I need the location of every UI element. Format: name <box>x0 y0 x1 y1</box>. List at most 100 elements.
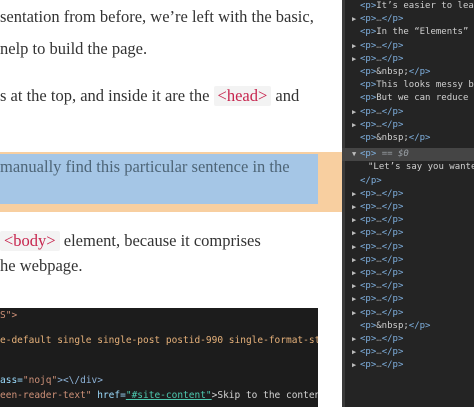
dom-node-markup: <p>…</p> <box>360 346 403 359</box>
dom-node-row[interactable]: <p>But we can reduce <box>342 92 474 105</box>
expand-arrow-icon[interactable]: ▶ <box>352 267 356 280</box>
dom-node-markup: <p>…</p> <box>360 201 403 214</box>
node-text: In the “Elements” <box>376 27 469 38</box>
dom-node-row[interactable]: <p>This looks messy b <box>342 79 474 92</box>
code-block: S"> e-default single single-post postid-… <box>0 308 318 407</box>
article-text-line: s at the top, and inside it are the <hea… <box>0 86 299 106</box>
close-tag: </p> <box>408 67 431 77</box>
article-text: and <box>271 86 300 105</box>
expand-arrow-icon[interactable]: ▶ <box>352 106 356 119</box>
dom-node-markup: <p>…</p> <box>360 53 403 66</box>
dom-node-markup: <p>…</p> <box>360 40 403 53</box>
dom-node-row[interactable]: <p>It’s easier to lea <box>342 0 474 13</box>
node-text: But we can reduce <box>376 93 469 104</box>
open-tag: <p> <box>360 67 377 77</box>
dom-node-row[interactable]: <p>&nbsp;</p> <box>342 132 474 145</box>
dom-node-selected[interactable]: ▼ <p> == $0 <box>342 148 474 162</box>
dom-node-markup: <p>…</p> <box>360 280 403 293</box>
dom-node-markup: <p>…</p> <box>360 359 403 372</box>
dom-node-markup: <p>…</p> <box>360 106 403 119</box>
inline-code-body: <body> <box>0 231 60 251</box>
expand-arrow-icon[interactable]: ▶ <box>352 40 356 53</box>
dom-node-row[interactable]: ▶ <p>…</p> <box>342 40 474 53</box>
open-tag: <p> <box>360 228 377 239</box>
dom-node-row[interactable]: ▶ <p>…</p> <box>342 227 474 240</box>
expand-arrow-icon[interactable]: ▶ <box>352 188 356 201</box>
node-text: &nbsp; <box>376 320 409 331</box>
dom-node-row[interactable]: ▶ <p>…</p> <box>342 188 474 201</box>
code-link[interactable]: "#site-content" <box>126 390 212 401</box>
open-tag: <p> <box>360 281 377 292</box>
dom-node-row[interactable]: <p>&nbsp;</p> <box>342 320 474 333</box>
selected-node-close-text: </p> <box>360 175 382 186</box>
close-tag: </p> <box>381 202 404 212</box>
expand-arrow-icon[interactable]: ▶ <box>352 214 356 227</box>
expand-arrow-icon[interactable]: ▶ <box>352 280 356 293</box>
open-tag: <p> <box>360 80 377 91</box>
expand-arrow-icon[interactable]: ▶ <box>352 53 356 66</box>
expand-arrow-icon[interactable]: ▶ <box>352 201 356 214</box>
expand-arrow-icon[interactable]: ▶ <box>352 307 356 320</box>
dom-node-markup: <p>&nbsp;</p> <box>360 132 430 145</box>
article-text-line: <body> element, because it comprises <box>0 231 261 251</box>
dom-node-row[interactable]: ▶ <p>…</p> <box>342 307 474 320</box>
dom-node-row[interactable]: ▶ <p>…</p> <box>342 53 474 66</box>
dom-node-row[interactable]: ▶ <p>…</p> <box>342 119 474 132</box>
open-tag: <p> <box>360 268 377 278</box>
expand-arrow-icon[interactable]: ▶ <box>352 241 356 254</box>
dom-node-row[interactable]: ▶ <p>…</p> <box>342 214 474 227</box>
article-page: sentation from before, we’re left with t… <box>0 0 342 407</box>
dom-node-row[interactable]: ▶ <p>…</p> <box>342 106 474 119</box>
inline-code-head: <head> <box>213 86 272 106</box>
dom-node-markup: <p>…</p> <box>360 188 403 201</box>
open-tag: <p> <box>360 188 377 199</box>
dom-node-row[interactable]: ▶ <p>…</p> <box>342 267 474 280</box>
selected-node-close: </p> <box>342 175 474 188</box>
expand-arrow-icon[interactable]: ▶ <box>352 346 356 359</box>
code-value: "nojq" <box>22 375 58 386</box>
dom-node-markup: <p>…</p> <box>360 214 403 227</box>
close-tag: </p> <box>381 228 404 239</box>
expand-arrow-icon[interactable]: ▶ <box>352 227 356 240</box>
open-tag: <p> <box>360 1 377 11</box>
open-tag: <p> <box>360 334 377 344</box>
dom-node-row[interactable]: ▶ <p>…</p> <box>342 201 474 214</box>
expand-arrow-icon[interactable]: ▶ <box>352 13 356 26</box>
expand-arrow-icon[interactable]: ▶ <box>352 333 356 346</box>
dom-node-row[interactable]: ▶ <p>…</p> <box>342 346 474 359</box>
dom-node-row[interactable]: ▶ <p>…</p> <box>342 359 474 372</box>
expand-arrow-icon[interactable]: ▼ <box>352 148 356 161</box>
close-tag: </p> <box>381 334 404 344</box>
open-tag: <p> <box>360 254 377 265</box>
code-attr: ass= <box>0 375 23 386</box>
dom-node-row[interactable]: ▶ <p>…</p> <box>342 241 474 254</box>
selected-node-content-text: "Let’s say you wante <box>368 162 474 173</box>
dom-node-row[interactable]: <p>In the “Elements” <box>342 26 474 39</box>
code-tag: ><\/div> <box>57 375 103 386</box>
close-tag: </p> <box>381 241 404 252</box>
article-text-line: sentation from before, we’re left with t… <box>0 7 314 26</box>
expand-arrow-icon[interactable]: ▶ <box>352 359 356 372</box>
close-tag: </p> <box>381 40 404 51</box>
dom-node-row[interactable]: ▶ <p>…</p> <box>342 13 474 26</box>
dom-node-markup: <p>It’s easier to lea <box>360 0 474 13</box>
close-tag: </p> <box>381 254 404 265</box>
close-tag: </p> <box>408 320 431 331</box>
article-text: element, because it comprises <box>59 231 261 250</box>
dom-node-row[interactable]: ▶ <p>…</p> <box>342 293 474 306</box>
dom-node-markup: <p>…</p> <box>360 307 403 320</box>
open-tag: <p> <box>360 307 377 318</box>
open-tag: <p> <box>360 27 377 38</box>
code-text: e-default single single-post postid-990 … <box>0 335 318 346</box>
dom-node-row[interactable]: ▶ <p>…</p> <box>342 280 474 293</box>
dom-node-row[interactable]: <p>&nbsp;</p> <box>342 66 474 79</box>
open-tag: <p> <box>360 53 377 64</box>
dom-node-row[interactable]: ▶ <p>…</p> <box>342 333 474 346</box>
dom-node-markup: <p>&nbsp;</p> <box>360 66 430 79</box>
expand-arrow-icon[interactable]: ▶ <box>352 293 356 306</box>
expand-arrow-icon[interactable]: ▶ <box>352 119 356 132</box>
close-tag: </p> <box>381 268 404 278</box>
devtools-elements-panel[interactable]: <p>It’s easier to lea ▶ <p>…</p> <p>In the … <box>342 0 474 407</box>
dom-node-row[interactable]: ▶ <p>…</p> <box>342 254 474 267</box>
expand-arrow-icon[interactable]: ▶ <box>352 254 356 267</box>
